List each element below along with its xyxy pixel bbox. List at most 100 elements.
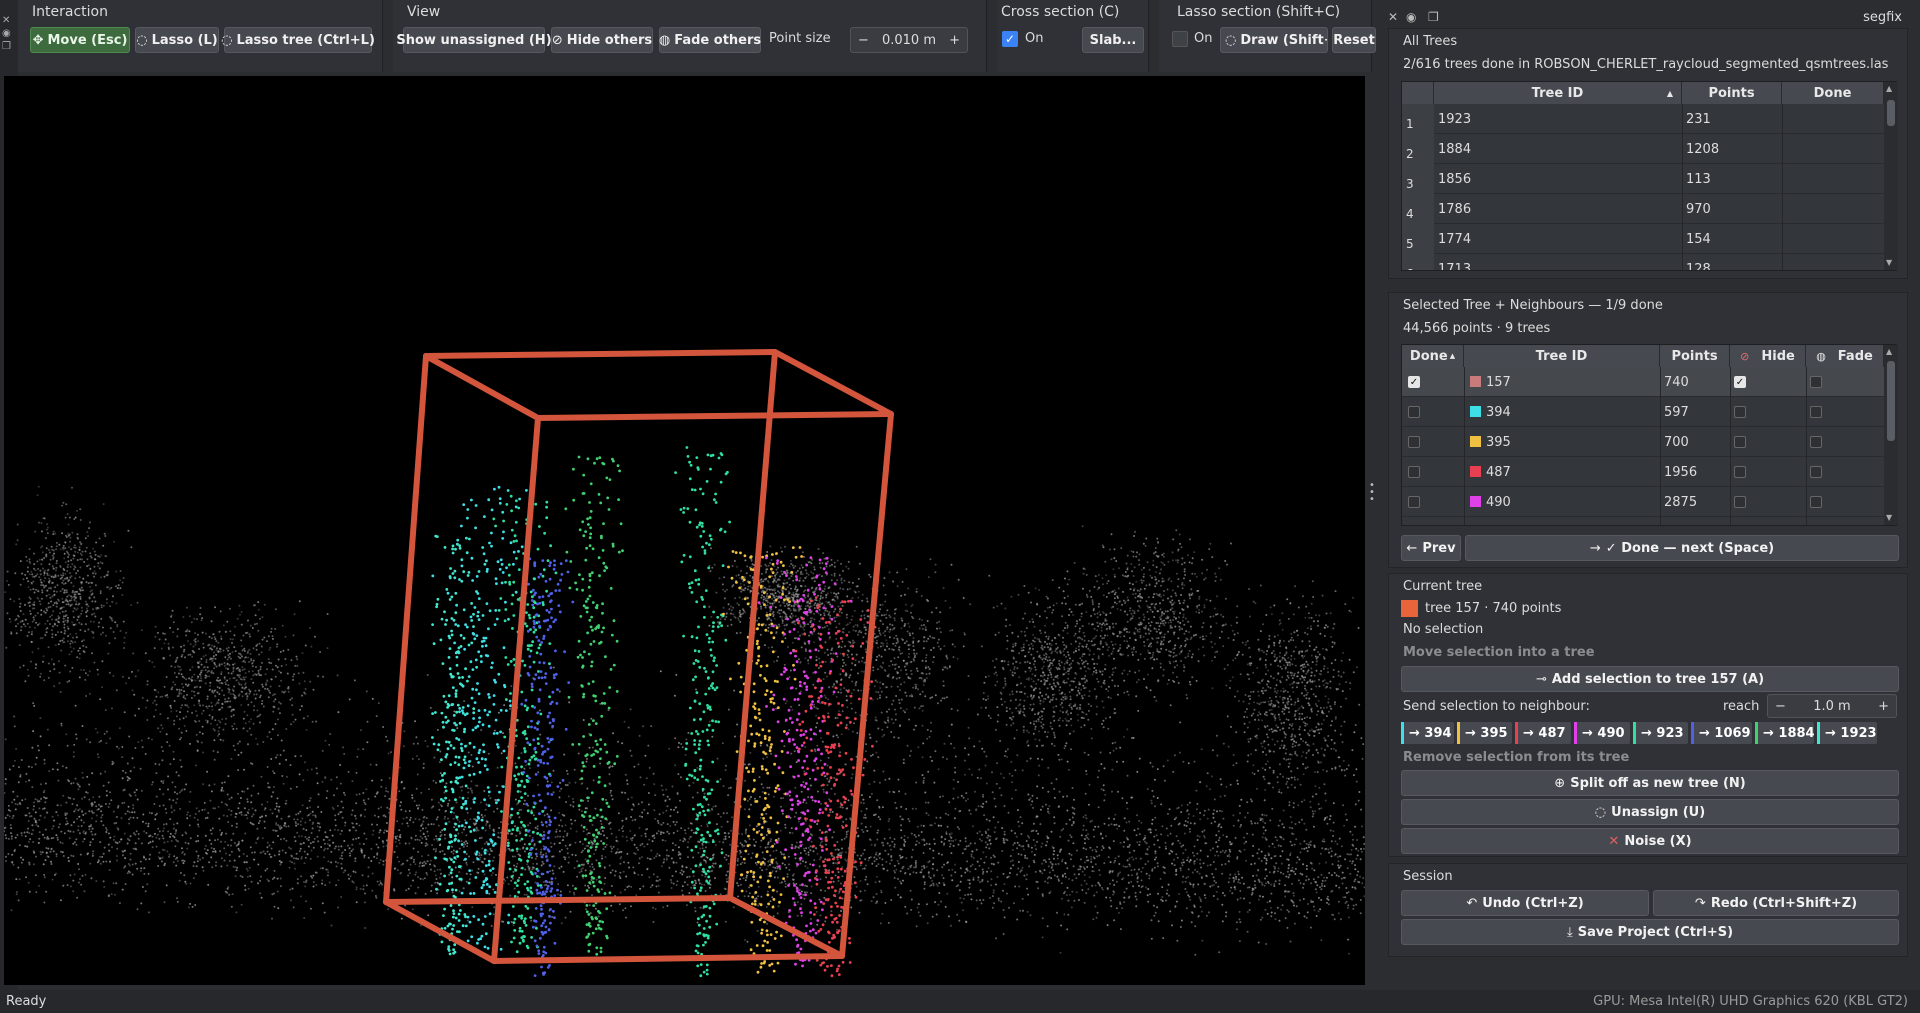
eye-icon[interactable]: ◉	[1406, 10, 1416, 24]
table-row[interactable]: 395 700	[1402, 427, 1884, 457]
table-row[interactable]: 923 2830	[1402, 517, 1884, 525]
scroll-down-icon[interactable]: ▼	[1886, 258, 1892, 267]
eye-icon[interactable]: ◉	[2, 27, 16, 40]
close-icon[interactable]: ✕	[2, 14, 16, 27]
send-to-neighbour-button[interactable]: → 1884	[1755, 722, 1815, 744]
cross-section-checkbox[interactable]: ✓	[1002, 31, 1018, 47]
splitter-handle[interactable]: • • •	[1369, 481, 1375, 505]
decrement-button[interactable]: −	[1775, 699, 1786, 714]
send-to-neighbour-button[interactable]: → 395	[1457, 722, 1512, 744]
lasso-tree-button[interactable]: ◌ Lasso tree (Ctrl+L)	[221, 27, 375, 53]
hide-checkbox[interactable]	[1734, 436, 1746, 448]
lasso-section-checkbox[interactable]	[1172, 31, 1188, 47]
draw-button[interactable]: ◌Draw (Shift+L	[1220, 27, 1328, 53]
table-row[interactable]: 3 1856 113	[1402, 164, 1884, 194]
table-row[interactable]: 394 597	[1402, 397, 1884, 427]
table-row[interactable]: 6 1713 128	[1402, 254, 1884, 270]
download-icon: ⤓	[1566, 924, 1573, 940]
increment-button[interactable]: +	[949, 33, 960, 48]
all-trees-rows: 1 1923 231 2 1884 1208 3 1856 113 4 1786 970 5 1774 15…	[1402, 104, 1884, 270]
table-row[interactable]: 487 1956	[1402, 457, 1884, 487]
hide-checkbox[interactable]	[1734, 406, 1746, 418]
scroll-down-icon[interactable]: ▼	[1886, 513, 1892, 522]
fade-others-button[interactable]: ◍ Fade others	[659, 27, 761, 53]
points-header[interactable]: Points	[1682, 82, 1782, 104]
undo-button[interactable]: ↶ Undo (Ctrl+Z)	[1401, 890, 1649, 916]
status-bar: Ready GPU: Mesa Intel(R) UHD Graphics 62…	[0, 990, 1920, 1013]
selected-scrollbar[interactable]: ▲ ▼	[1884, 345, 1898, 525]
done-next-button[interactable]: → ✓ Done — next (Space)	[1465, 535, 1899, 561]
hide-header[interactable]: ⊘ Hide	[1730, 345, 1806, 367]
tree-id-cell: 923	[1486, 517, 1511, 525]
fade-checkbox[interactable]	[1810, 436, 1822, 448]
points-header[interactable]: Points	[1660, 345, 1730, 367]
send-to-neighbour-button[interactable]: → 1069	[1691, 722, 1752, 744]
neighbour-color-bar	[1755, 722, 1758, 744]
reach-spinbox[interactable]: − 1.0 m +	[1767, 694, 1897, 718]
fade-checkbox[interactable]	[1810, 376, 1822, 388]
send-to-neighbour-button[interactable]: → 490	[1574, 722, 1630, 744]
decrement-button[interactable]: −	[858, 33, 869, 48]
eye-off-icon: ⊘	[1740, 349, 1750, 363]
reset-button[interactable]: Reset	[1332, 27, 1376, 53]
scroll-thumb[interactable]	[1887, 361, 1895, 441]
point-size-label: Point size	[769, 31, 831, 46]
noise-button[interactable]: ✕ Noise (X)	[1401, 828, 1899, 854]
send-to-neighbour-button[interactable]: → 923	[1633, 722, 1688, 744]
table-row[interactable]: 5 1774 154	[1402, 224, 1884, 254]
redo-button[interactable]: ↷ Redo (Ctrl+Shift+Z)	[1653, 890, 1899, 916]
save-project-button[interactable]: ⤓ Save Project (Ctrl+S)	[1401, 919, 1899, 945]
column-divider	[1660, 367, 1661, 397]
done-checkbox[interactable]: ✓	[1408, 376, 1420, 388]
send-to-neighbour-button[interactable]: → 394	[1401, 722, 1454, 744]
unassign-button[interactable]: ◌ Unassign (U)	[1401, 799, 1899, 825]
all-trees-table[interactable]: Tree ID ▲ Points Done 1 1923 231 2 1884 1208 3 1…	[1401, 81, 1898, 271]
send-label: Send selection to neighbour:	[1403, 699, 1590, 714]
move-button[interactable]: ✥ Move (Esc)	[30, 27, 130, 53]
all-trees-scrollbar[interactable]: ▲ ▼	[1884, 82, 1898, 270]
tree-id-header[interactable]: Tree ID	[1464, 345, 1660, 367]
undock-icon[interactable]: ❐	[2, 40, 16, 53]
done-header[interactable]: Done ▲	[1402, 345, 1464, 367]
done-checkbox[interactable]	[1408, 436, 1420, 448]
prev-button[interactable]: ← Prev	[1401, 535, 1461, 561]
done-checkbox[interactable]	[1408, 406, 1420, 418]
scroll-up-icon[interactable]: ▲	[1886, 347, 1892, 356]
hide-checkbox[interactable]: ✓	[1734, 376, 1746, 388]
split-button[interactable]: ⊕ Split off as new tree (N)	[1401, 770, 1899, 796]
row-number: 2	[1402, 134, 1434, 164]
done-checkbox[interactable]	[1408, 466, 1420, 478]
table-row[interactable]: 490 2875	[1402, 487, 1884, 517]
scroll-thumb[interactable]	[1887, 100, 1895, 126]
done-header[interactable]: Done	[1782, 82, 1884, 104]
undock-icon[interactable]: ❐	[1428, 10, 1439, 24]
table-row[interactable]: 4 1786 970	[1402, 194, 1884, 224]
point-cloud-viewport[interactable]	[4, 76, 1365, 985]
column-divider	[1782, 134, 1783, 164]
lasso-button[interactable]: ◌ Lasso (L)	[135, 27, 219, 53]
point-cloud-canvas[interactable]	[4, 76, 1365, 985]
point-size-spinbox[interactable]: − 0.010 m +	[850, 27, 968, 53]
table-row[interactable]: ✓ 157 740 ✓	[1402, 367, 1884, 397]
fade-checkbox[interactable]	[1810, 406, 1822, 418]
send-to-neighbour-button[interactable]: → 487	[1515, 722, 1571, 744]
send-to-neighbour-button[interactable]: → 1923	[1817, 722, 1877, 744]
tree-id-header[interactable]: Tree ID ▲	[1434, 82, 1682, 104]
done-checkbox[interactable]	[1408, 496, 1420, 508]
close-icon[interactable]: ✕	[1388, 10, 1398, 24]
add-selection-button[interactable]: ⊸ Add selection to tree 157 (A)	[1401, 666, 1899, 692]
fade-checkbox[interactable]	[1810, 466, 1822, 478]
increment-button[interactable]: +	[1878, 699, 1889, 714]
show-unassigned-button[interactable]: Show unassigned (H)	[396, 27, 552, 53]
fade-checkbox[interactable]	[1810, 496, 1822, 508]
hide-checkbox[interactable]	[1734, 466, 1746, 478]
fade-header[interactable]: ◍ Fade	[1806, 345, 1884, 367]
slab-button[interactable]: Slab...	[1082, 27, 1144, 53]
selected-trees-table[interactable]: Done ▲ Tree ID Points ⊘ Hide ◍ Fade ✓ 157 740…	[1401, 344, 1898, 526]
scroll-up-icon[interactable]: ▲	[1886, 84, 1892, 93]
hide-checkbox[interactable]	[1734, 496, 1746, 508]
table-row[interactable]: 1 1923 231	[1402, 104, 1884, 134]
table-row[interactable]: 2 1884 1208	[1402, 134, 1884, 164]
hide-others-button[interactable]: ⊘ Hide others	[551, 27, 653, 53]
column-divider	[1464, 427, 1465, 457]
